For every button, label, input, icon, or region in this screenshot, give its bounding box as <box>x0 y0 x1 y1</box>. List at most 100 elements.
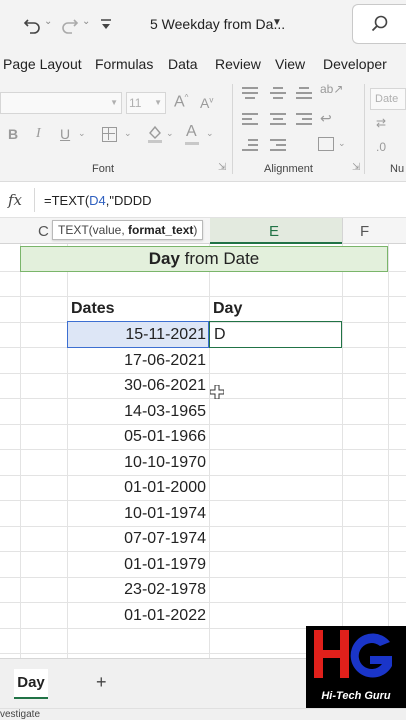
tab-view[interactable]: View <box>275 56 305 72</box>
date-cell[interactable]: 07-07-1974 <box>70 526 206 551</box>
hi-tech-guru-logo: Hi-Tech Guru <box>306 626 406 708</box>
date-cell[interactable]: 17-06-2021 <box>70 348 206 373</box>
header-day[interactable]: Day <box>213 300 242 318</box>
align-top-icon[interactable] <box>242 86 258 100</box>
status-bar: vestigate <box>0 708 406 720</box>
tooltip-current-arg: format_text <box>128 223 194 237</box>
decrease-font-size-icon[interactable]: Av <box>200 95 213 111</box>
fill-color-dropdown-icon[interactable]: ⌄ <box>166 128 174 139</box>
decimal-format-icon[interactable]: .0 <box>376 140 386 154</box>
date-cell[interactable]: 01-01-1979 <box>70 552 206 577</box>
chevron-down-icon: ▼ <box>110 98 118 107</box>
align-middle-icon[interactable] <box>270 86 286 100</box>
search-icon <box>371 15 388 32</box>
increase-font-size-icon[interactable]: A^ <box>174 93 188 111</box>
font-color-dropdown-icon[interactable]: ⌄ <box>206 128 214 139</box>
worksheet-grid[interactable]: Day from Date Dates Day 15-11-2021 17-06-… <box>0 244 406 658</box>
date-cell[interactable]: 15-11-2021 <box>70 322 206 347</box>
ribbon: ▼ 11 ▼ A^ Av B I U ⌄ ⌄ ⌄ A ⌄ Font ⇲ ab↗ … <box>0 80 406 182</box>
column-header-f[interactable]: F <box>360 223 369 240</box>
redo-dropdown-icon[interactable]: ⌄ <box>82 16 90 27</box>
currency-format-icon[interactable]: ⇄ <box>376 116 386 130</box>
date-cell[interactable]: 23-02-1978 <box>70 577 206 602</box>
function-icon[interactable]: fx <box>8 191 22 209</box>
function-tooltip: TEXT(value, format_text) <box>52 220 204 240</box>
group-label-font: Font <box>92 163 115 175</box>
tab-data[interactable]: Data <box>168 56 198 72</box>
column-e-letter: E <box>269 223 280 240</box>
tooltip-prefix: TEXT(value, <box>58 223 129 237</box>
merge-center-icon[interactable] <box>318 137 334 151</box>
bold-button[interactable]: B <box>8 126 18 142</box>
font-name-box[interactable]: ▼ <box>0 92 122 114</box>
fill-color-icon[interactable] <box>146 124 164 144</box>
sheet-tab-day[interactable]: Day <box>14 669 48 699</box>
formula-input[interactable]: =TEXT(D4,"DDDD <box>44 193 152 208</box>
grid-col-line <box>342 244 343 658</box>
group-label-alignment: Alignment <box>264 163 313 175</box>
alignment-dialog-launcher-icon[interactable]: ⇲ <box>352 162 360 173</box>
cell-cursor-icon <box>210 385 224 399</box>
align-bottom-icon[interactable] <box>296 86 312 100</box>
tab-page-layout[interactable]: Page Layout <box>3 56 82 72</box>
orientation-icon[interactable]: ab↗ <box>320 82 343 96</box>
align-right-icon[interactable] <box>296 112 312 126</box>
date-cell[interactable]: 01-01-2000 <box>70 475 206 500</box>
date-cell[interactable]: 14-03-1965 <box>70 399 206 424</box>
number-format-box[interactable]: Date <box>370 88 406 110</box>
document-title[interactable]: 5 Weekday from Da... <box>150 16 285 32</box>
ribbon-tabs: Page Layout Formulas Data Review View De… <box>0 48 406 80</box>
undo-dropdown-icon[interactable]: ⌄ <box>44 16 52 27</box>
underline-button[interactable]: U <box>60 126 70 142</box>
hg-logo-icon <box>314 630 392 678</box>
font-color-icon[interactable]: A <box>186 123 197 141</box>
borders-dropdown-icon[interactable]: ⌄ <box>124 128 132 139</box>
active-cell-e4[interactable] <box>209 321 342 348</box>
active-cell-value: D <box>214 326 226 343</box>
title-bar: ⌄ ⌄ 5 Weekday from Da... ▼ <box>0 0 406 48</box>
tab-review[interactable]: Review <box>215 56 261 72</box>
grid-col-line <box>67 244 68 658</box>
tooltip-suffix: ) <box>193 223 198 237</box>
formula-prefix: =TEXT( <box>44 193 90 208</box>
grid-col-line <box>209 244 210 658</box>
title-dropdown-icon[interactable]: ▼ <box>272 17 282 28</box>
customize-toolbar-icon[interactable] <box>92 10 120 38</box>
underline-dropdown-icon[interactable]: ⌄ <box>78 128 86 139</box>
column-header-c[interactable]: C <box>38 223 49 240</box>
font-size-value: 11 <box>129 96 142 110</box>
align-left-icon[interactable] <box>242 112 258 126</box>
borders-icon[interactable] <box>102 127 117 142</box>
formula-bar: fx =TEXT(D4,"DDDD <box>0 182 406 218</box>
banner-text: from Date <box>179 249 260 268</box>
date-cell[interactable]: 10-01-1974 <box>70 501 206 526</box>
align-center-icon[interactable] <box>270 112 286 126</box>
undo-icon[interactable] <box>18 10 46 38</box>
date-cell[interactable]: 10-10-1970 <box>70 450 206 475</box>
banner-bold-text: Day <box>148 249 180 268</box>
italic-button[interactable]: I <box>36 126 41 142</box>
redo-icon[interactable] <box>56 10 84 38</box>
add-sheet-button[interactable]: + <box>96 672 107 693</box>
tab-developer[interactable]: Developer <box>323 56 387 72</box>
logo-text: Hi-Tech Guru <box>321 690 391 702</box>
header-dates[interactable]: Dates <box>71 300 115 318</box>
font-size-box[interactable]: 11 ▼ <box>126 92 166 114</box>
title-banner[interactable]: Day from Date <box>20 246 388 272</box>
date-cell[interactable]: 01-01-2022 <box>70 603 206 628</box>
grid-col-line <box>388 244 389 658</box>
increase-indent-icon[interactable] <box>270 138 286 152</box>
date-cell[interactable]: 30-06-2021 <box>70 373 206 398</box>
status-text: vestigate <box>0 709 41 720</box>
grid-row-line <box>0 296 406 297</box>
wrap-text-icon[interactable]: ↩ <box>320 110 332 127</box>
chevron-down-icon: ▼ <box>154 98 162 107</box>
font-dialog-launcher-icon[interactable]: ⇲ <box>218 162 226 173</box>
tab-formulas[interactable]: Formulas <box>95 56 153 72</box>
decrease-indent-icon[interactable] <box>242 138 258 152</box>
merge-dropdown-icon[interactable]: ⌄ <box>338 138 346 149</box>
column-header-e[interactable]: E <box>210 218 342 244</box>
search-button[interactable] <box>352 4 406 44</box>
date-cell[interactable]: 05-01-1966 <box>70 424 206 449</box>
number-format-value: Date <box>375 93 399 105</box>
